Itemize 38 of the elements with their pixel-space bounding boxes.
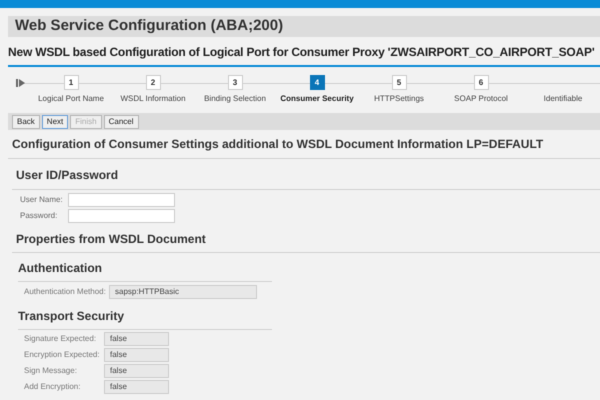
field-label: Signature Expected:: [24, 333, 98, 345]
page-subtitle: New WSDL based Configuration of Logical Port for Consumer Proxy 'ZWSAIRPORT_CO_AIRPORT_SOAP': [8, 45, 594, 59]
read-only-field: false: [104, 380, 169, 394]
step-label[interactable]: SOAP Protocol: [454, 93, 508, 105]
step-number[interactable]: 2: [146, 75, 160, 90]
step-number[interactable]: 3: [228, 75, 242, 90]
field-label: Sign Message:: [24, 365, 78, 377]
read-only-field: false: [104, 364, 169, 378]
group-title: Properties from WSDL Document: [16, 232, 206, 246]
window-title: Web Service Configuration (ABA;200): [15, 16, 284, 36]
field-label: Authentication Method:: [24, 286, 107, 298]
text-field[interactable]: [68, 209, 175, 223]
wizard-button[interactable]: Next: [42, 114, 68, 128]
start-icon: [16, 78, 26, 88]
read-only-field: false: [104, 348, 169, 362]
text-field[interactable]: [68, 193, 175, 207]
step-number[interactable]: 6: [474, 75, 488, 90]
step-label[interactable]: WSDL Information: [120, 93, 186, 105]
step-number[interactable]: 4: [310, 75, 324, 90]
step-label[interactable]: Identifiable: [544, 93, 582, 105]
field-label: Encryption Expected:: [24, 349, 101, 361]
field-label: Password:: [20, 210, 58, 222]
group-title: Authentication: [18, 261, 102, 275]
step-label[interactable]: Logical Port Name: [38, 93, 104, 105]
group-title: Transport Security: [18, 309, 124, 323]
field-label: User Name:: [20, 194, 64, 206]
read-only-field: sapsp:HTTPBasic: [109, 285, 257, 299]
step-label[interactable]: Consumer Security: [280, 93, 354, 105]
field-label: Add Encryption:: [24, 381, 82, 393]
step-number[interactable]: 5: [392, 75, 406, 90]
wizard-button[interactable]: Back: [12, 114, 40, 128]
step-label[interactable]: Binding Selection: [204, 93, 266, 105]
read-only-field: false: [104, 332, 169, 346]
group-title: User ID/Password: [16, 168, 118, 182]
step-label[interactable]: HTTPSettings: [374, 93, 424, 105]
step-number[interactable]: 1: [64, 75, 78, 90]
section-title: Configuration of Consumer Settings additional to WSDL Document Information LP=DEFAULT: [12, 137, 544, 151]
wizard-button[interactable]: Cancel: [104, 114, 138, 128]
